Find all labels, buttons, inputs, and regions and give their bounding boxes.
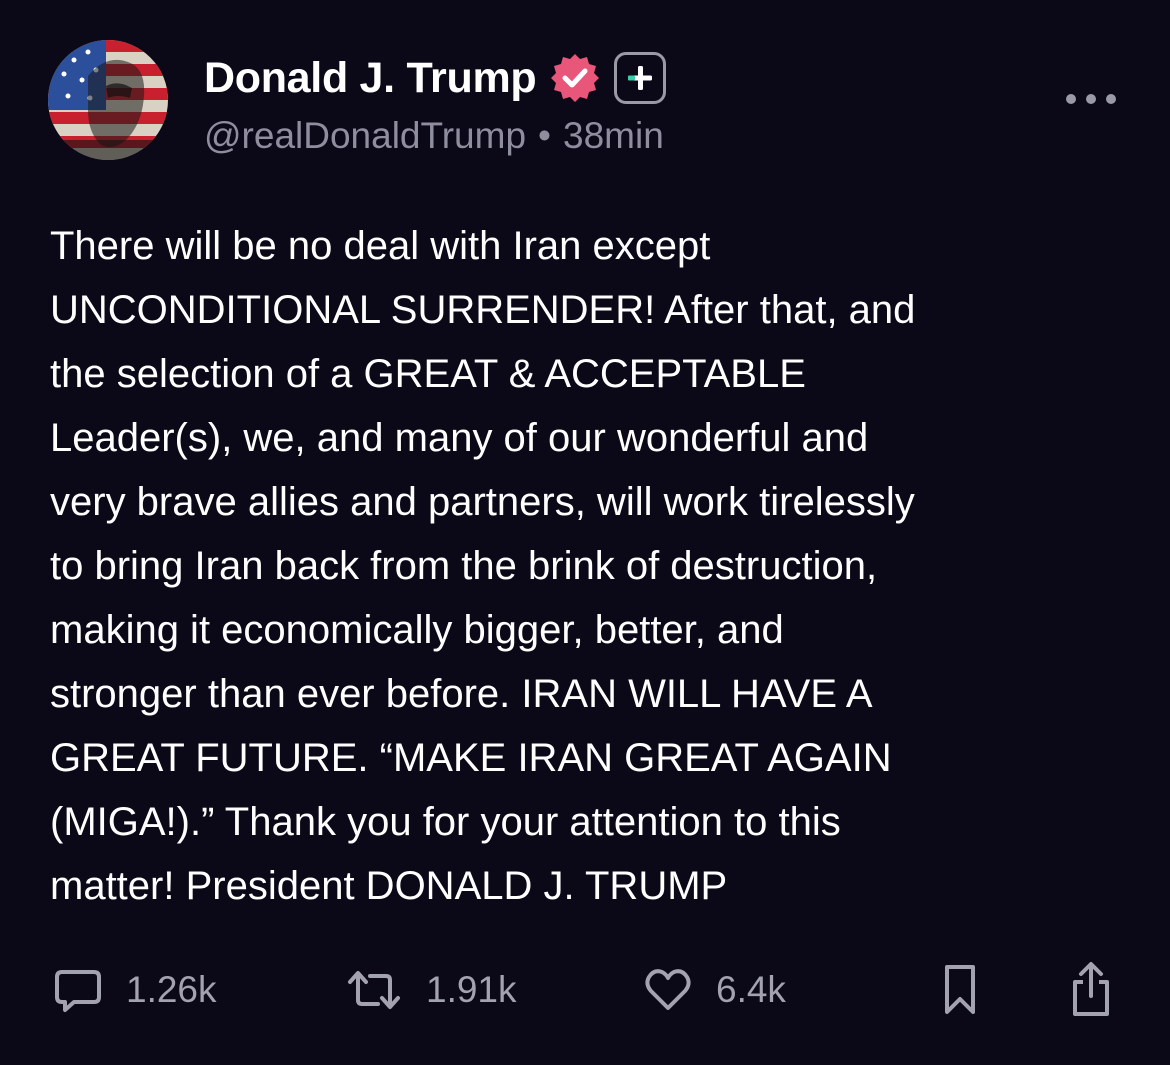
meta-separator: • <box>538 115 552 156</box>
repost-count: 1.91k <box>426 969 517 1010</box>
post-body: There will be no deal with Iran except U… <box>50 214 1130 918</box>
action-bar: 1.26k 1.91k 6.4k <box>0 960 1170 1020</box>
bookmark-icon <box>945 965 975 1014</box>
author-row: Donald J. Trump <box>204 50 667 106</box>
more-dot-icon <box>1066 94 1076 104</box>
post-text-line: (MIGA!).” Thank you for your attention t… <box>50 800 841 844</box>
post-text-line: matter! President DONALD J. TRUMP <box>50 864 728 908</box>
repost-button[interactable]: 1.91k <box>344 960 517 1020</box>
heart-icon <box>645 969 691 1010</box>
author-meta: @realDonaldTrump • 38min <box>204 112 664 160</box>
author-handle[interactable]: @realDonaldTrump <box>204 115 526 157</box>
verified-badge-icon <box>548 51 602 105</box>
post-text-line: There will be no deal with Iran except <box>50 224 711 268</box>
author-display-name[interactable]: Donald J. Trump <box>204 54 537 103</box>
post-text-line: the selection of a GREAT & ACCEPTABLE <box>50 352 806 396</box>
comment-icon <box>55 970 101 1012</box>
flag-portrait-avatar <box>48 40 168 160</box>
plus-square-icon[interactable] <box>614 52 667 104</box>
reply-count: 1.26k <box>126 969 217 1010</box>
like-count: 6.4k <box>716 969 786 1010</box>
post-text-line: to bring Iran back from the brink of des… <box>50 544 878 588</box>
share-icon <box>1073 962 1109 1016</box>
post-text-line: very brave allies and partners, will wor… <box>50 480 915 524</box>
post-text-line: stronger than ever before. IRAN WILL HAV… <box>50 672 873 716</box>
avatar[interactable] <box>48 40 168 160</box>
post-text-line: UNCONDITIONAL SURRENDER! After that, and <box>50 288 916 332</box>
repost-icon <box>348 971 400 1009</box>
reply-button[interactable]: 1.26k <box>52 960 217 1020</box>
like-button[interactable]: 6.4k <box>642 960 786 1020</box>
share-button[interactable] <box>1068 960 1114 1020</box>
post-text-line: making it economically bigger, better, a… <box>50 608 784 652</box>
truth-post: Donald J. Trump @realDonaldTrump • 38min… <box>0 0 1170 1065</box>
bookmark-button[interactable] <box>940 960 980 1020</box>
more-dot-icon <box>1086 94 1096 104</box>
more-options-button[interactable] <box>1066 86 1116 112</box>
more-dot-icon <box>1106 94 1116 104</box>
post-text-line: Leader(s), we, and many of our wonderful… <box>50 416 869 460</box>
post-text-line: GREAT FUTURE. “MAKE IRAN GREAT AGAIN <box>50 736 892 780</box>
post-timestamp[interactable]: 38min <box>563 115 664 157</box>
